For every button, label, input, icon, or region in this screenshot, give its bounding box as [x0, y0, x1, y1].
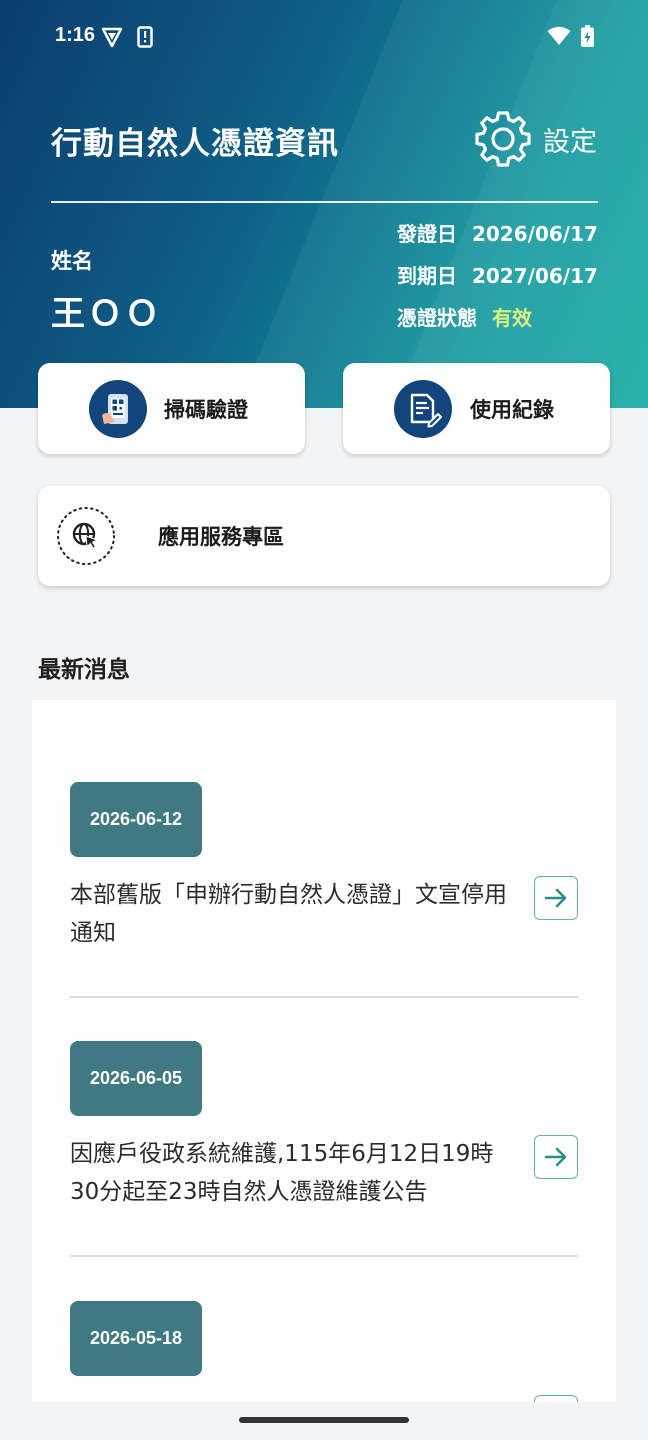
- usage-history-label: 使用紀錄: [470, 397, 554, 422]
- home-indicator[interactable]: [239, 1417, 409, 1423]
- news-open-button[interactable]: [534, 1395, 578, 1402]
- certificate-status-row: 憑證狀態 有效: [397, 302, 532, 331]
- issue-date-value: 2026/06/17: [471, 222, 598, 246]
- settings-label: 設定: [543, 126, 597, 158]
- page-title: 行動自然人憑證資訊: [51, 126, 339, 162]
- news-date-badge: 2026-05-18: [70, 1301, 202, 1376]
- wifi-icon: [547, 26, 571, 45]
- expiry-date-label: 到期日: [397, 264, 457, 288]
- issue-date-row: 發證日 2026/06/17: [397, 218, 598, 247]
- news-divider: [70, 1255, 578, 1257]
- name-label: 姓名: [51, 249, 93, 273]
- device-alert-icon: [137, 26, 153, 48]
- news-list: 2026-06-12 本部舊版「申辦行動自然人憑證」文宣停用通知 2026-06…: [32, 700, 616, 1402]
- certificate-status-label: 憑證狀態: [397, 306, 477, 330]
- name-value: 王ＯＯ: [51, 294, 162, 334]
- header-divider: [51, 201, 598, 203]
- globe-cursor-icon: [57, 507, 115, 565]
- news-item[interactable]: 2026-05-18: [70, 1301, 578, 1402]
- scan-verify-button[interactable]: 掃碼驗證: [38, 363, 305, 454]
- settings-button[interactable]: 設定: [473, 108, 597, 170]
- status-time: 1:16: [55, 24, 96, 46]
- news-item[interactable]: 2026-06-12 本部舊版「申辦行動自然人憑證」文宣停用通知: [70, 782, 578, 952]
- news-divider: [70, 996, 578, 998]
- certificate-status-value: 有效: [491, 306, 532, 330]
- scan-verify-label: 掃碼驗證: [164, 397, 248, 422]
- vpn-shield-icon: [101, 27, 123, 48]
- news-open-button[interactable]: [534, 876, 578, 920]
- document-edit-icon: [394, 379, 452, 438]
- news-date-badge: 2026-06-12: [70, 782, 202, 857]
- arrow-right-icon: [544, 1147, 567, 1167]
- header-banner: 1:16 行動自然人憑證資訊 設定 姓名 王ＯＯ 發證日 2026/06/17 …: [0, 0, 648, 408]
- gear-icon: [475, 111, 531, 167]
- app-services-button[interactable]: 應用服務專區: [38, 486, 610, 586]
- news-open-button[interactable]: [534, 1135, 578, 1179]
- battery-icon: [581, 25, 594, 47]
- news-section-title: 最新消息: [38, 657, 130, 683]
- news-title: 因應戶役政系統維護,115年6月12日19時30分起至23時自然人憑證維護公告: [70, 1141, 494, 1205]
- news-title: 本部舊版「申辦行動自然人憑證」文宣停用通知: [70, 882, 507, 946]
- news-item[interactable]: 2026-06-05 因應戶役政系統維護,115年6月12日19時30分起至23…: [70, 1041, 578, 1211]
- issue-date-label: 發證日: [397, 222, 457, 246]
- usage-history-button[interactable]: 使用紀錄: [343, 363, 610, 454]
- arrow-right-icon: [544, 888, 567, 908]
- expiry-date-value: 2027/06/17: [471, 264, 598, 288]
- expiry-date-row: 到期日 2027/06/17: [397, 260, 598, 289]
- app-services-label: 應用服務專區: [158, 525, 284, 549]
- scan-qr-icon: [89, 379, 147, 438]
- news-date-badge: 2026-06-05: [70, 1041, 202, 1116]
- status-bar: 1:16: [0, 0, 648, 76]
